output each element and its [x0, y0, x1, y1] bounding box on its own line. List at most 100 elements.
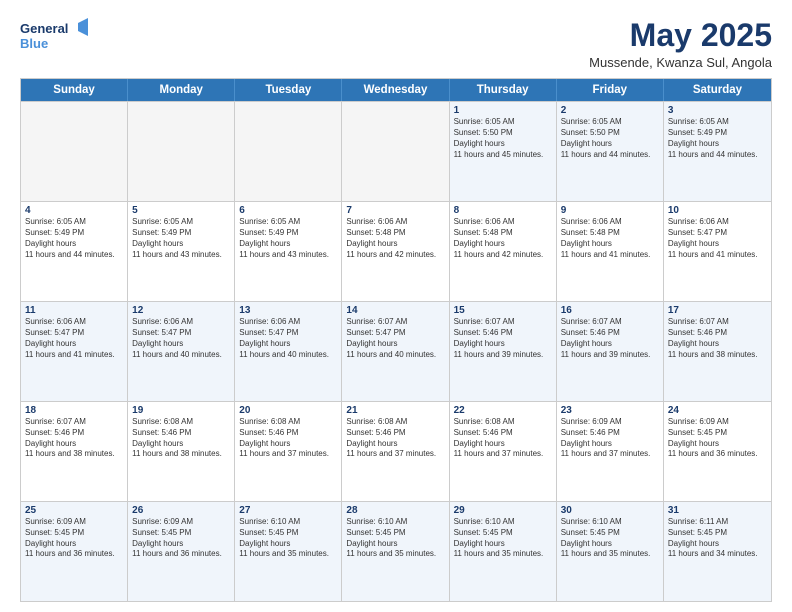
cell-info: Sunrise: 6:06 AM Sunset: 5:48 PM Dayligh… [454, 217, 552, 260]
day-cell-30: 30 Sunrise: 6:10 AM Sunset: 5:45 PM Dayl… [557, 502, 664, 601]
date-number: 4 [25, 205, 123, 216]
day-cell-5: 5 Sunrise: 6:05 AM Sunset: 5:49 PM Dayli… [128, 202, 235, 301]
day-cell-26: 26 Sunrise: 6:09 AM Sunset: 5:45 PM Dayl… [128, 502, 235, 601]
date-number: 12 [132, 305, 230, 316]
title-block: May 2025 Mussende, Kwanza Sul, Angola [589, 18, 772, 70]
calendar-row-0: 1 Sunrise: 6:05 AM Sunset: 5:50 PM Dayli… [21, 101, 771, 201]
cell-info: Sunrise: 6:06 AM Sunset: 5:47 PM Dayligh… [668, 217, 767, 260]
date-number: 26 [132, 505, 230, 516]
date-number: 8 [454, 205, 552, 216]
date-number: 24 [668, 405, 767, 416]
empty-cell [342, 102, 449, 201]
cell-info: Sunrise: 6:09 AM Sunset: 5:45 PM Dayligh… [25, 517, 123, 560]
day-cell-12: 12 Sunrise: 6:06 AM Sunset: 5:47 PM Dayl… [128, 302, 235, 401]
cell-info: Sunrise: 6:07 AM Sunset: 5:47 PM Dayligh… [346, 317, 444, 360]
day-cell-23: 23 Sunrise: 6:09 AM Sunset: 5:46 PM Dayl… [557, 402, 664, 501]
cell-info: Sunrise: 6:10 AM Sunset: 5:45 PM Dayligh… [239, 517, 337, 560]
date-number: 7 [346, 205, 444, 216]
day-cell-4: 4 Sunrise: 6:05 AM Sunset: 5:49 PM Dayli… [21, 202, 128, 301]
cell-info: Sunrise: 6:07 AM Sunset: 5:46 PM Dayligh… [561, 317, 659, 360]
day-cell-16: 16 Sunrise: 6:07 AM Sunset: 5:46 PM Dayl… [557, 302, 664, 401]
cell-info: Sunrise: 6:09 AM Sunset: 5:46 PM Dayligh… [561, 417, 659, 460]
date-number: 9 [561, 205, 659, 216]
day-cell-7: 7 Sunrise: 6:06 AM Sunset: 5:48 PM Dayli… [342, 202, 449, 301]
day-header-saturday: Saturday [664, 79, 771, 101]
logo-svg: General Blue [20, 18, 90, 56]
date-number: 23 [561, 405, 659, 416]
date-number: 15 [454, 305, 552, 316]
day-cell-13: 13 Sunrise: 6:06 AM Sunset: 5:47 PM Dayl… [235, 302, 342, 401]
date-number: 6 [239, 205, 337, 216]
cell-info: Sunrise: 6:09 AM Sunset: 5:45 PM Dayligh… [132, 517, 230, 560]
day-header-sunday: Sunday [21, 79, 128, 101]
date-number: 25 [25, 505, 123, 516]
month-title: May 2025 [589, 18, 772, 53]
day-cell-1: 1 Sunrise: 6:05 AM Sunset: 5:50 PM Dayli… [450, 102, 557, 201]
svg-text:General: General [20, 21, 68, 36]
day-header-thursday: Thursday [450, 79, 557, 101]
date-number: 16 [561, 305, 659, 316]
date-number: 27 [239, 505, 337, 516]
day-cell-15: 15 Sunrise: 6:07 AM Sunset: 5:46 PM Dayl… [450, 302, 557, 401]
date-number: 29 [454, 505, 552, 516]
day-cell-27: 27 Sunrise: 6:10 AM Sunset: 5:45 PM Dayl… [235, 502, 342, 601]
date-number: 28 [346, 505, 444, 516]
svg-text:Blue: Blue [20, 36, 48, 51]
day-header-wednesday: Wednesday [342, 79, 449, 101]
cell-info: Sunrise: 6:07 AM Sunset: 5:46 PM Dayligh… [454, 317, 552, 360]
cell-info: Sunrise: 6:08 AM Sunset: 5:46 PM Dayligh… [454, 417, 552, 460]
day-cell-3: 3 Sunrise: 6:05 AM Sunset: 5:49 PM Dayli… [664, 102, 771, 201]
day-cell-22: 22 Sunrise: 6:08 AM Sunset: 5:46 PM Dayl… [450, 402, 557, 501]
date-number: 14 [346, 305, 444, 316]
header: General Blue May 2025 Mussende, Kwanza S… [20, 18, 772, 70]
calendar-header: SundayMondayTuesdayWednesdayThursdayFrid… [21, 79, 771, 101]
cell-info: Sunrise: 6:06 AM Sunset: 5:47 PM Dayligh… [132, 317, 230, 360]
day-cell-10: 10 Sunrise: 6:06 AM Sunset: 5:47 PM Dayl… [664, 202, 771, 301]
cell-info: Sunrise: 6:07 AM Sunset: 5:46 PM Dayligh… [25, 417, 123, 460]
date-number: 17 [668, 305, 767, 316]
day-cell-31: 31 Sunrise: 6:11 AM Sunset: 5:45 PM Dayl… [664, 502, 771, 601]
date-number: 1 [454, 105, 552, 116]
empty-cell [235, 102, 342, 201]
date-number: 3 [668, 105, 767, 116]
logo: General Blue [20, 18, 90, 56]
day-cell-9: 9 Sunrise: 6:06 AM Sunset: 5:48 PM Dayli… [557, 202, 664, 301]
date-number: 20 [239, 405, 337, 416]
day-cell-25: 25 Sunrise: 6:09 AM Sunset: 5:45 PM Dayl… [21, 502, 128, 601]
cell-info: Sunrise: 6:10 AM Sunset: 5:45 PM Dayligh… [561, 517, 659, 560]
cell-info: Sunrise: 6:06 AM Sunset: 5:48 PM Dayligh… [561, 217, 659, 260]
day-cell-20: 20 Sunrise: 6:08 AM Sunset: 5:46 PM Dayl… [235, 402, 342, 501]
date-number: 5 [132, 205, 230, 216]
cell-info: Sunrise: 6:08 AM Sunset: 5:46 PM Dayligh… [346, 417, 444, 460]
day-cell-21: 21 Sunrise: 6:08 AM Sunset: 5:46 PM Dayl… [342, 402, 449, 501]
day-cell-29: 29 Sunrise: 6:10 AM Sunset: 5:45 PM Dayl… [450, 502, 557, 601]
cell-info: Sunrise: 6:06 AM Sunset: 5:47 PM Dayligh… [239, 317, 337, 360]
day-cell-24: 24 Sunrise: 6:09 AM Sunset: 5:45 PM Dayl… [664, 402, 771, 501]
cell-info: Sunrise: 6:06 AM Sunset: 5:47 PM Dayligh… [25, 317, 123, 360]
location: Mussende, Kwanza Sul, Angola [589, 55, 772, 70]
calendar: SundayMondayTuesdayWednesdayThursdayFrid… [20, 78, 772, 602]
cell-info: Sunrise: 6:05 AM Sunset: 5:49 PM Dayligh… [668, 117, 767, 160]
day-cell-11: 11 Sunrise: 6:06 AM Sunset: 5:47 PM Dayl… [21, 302, 128, 401]
page: General Blue May 2025 Mussende, Kwanza S… [0, 0, 792, 612]
date-number: 13 [239, 305, 337, 316]
cell-info: Sunrise: 6:05 AM Sunset: 5:49 PM Dayligh… [132, 217, 230, 260]
day-header-friday: Friday [557, 79, 664, 101]
date-number: 31 [668, 505, 767, 516]
date-number: 18 [25, 405, 123, 416]
cell-info: Sunrise: 6:06 AM Sunset: 5:48 PM Dayligh… [346, 217, 444, 260]
cell-info: Sunrise: 6:10 AM Sunset: 5:45 PM Dayligh… [346, 517, 444, 560]
calendar-row-2: 11 Sunrise: 6:06 AM Sunset: 5:47 PM Dayl… [21, 301, 771, 401]
cell-info: Sunrise: 6:08 AM Sunset: 5:46 PM Dayligh… [239, 417, 337, 460]
cell-info: Sunrise: 6:05 AM Sunset: 5:50 PM Dayligh… [454, 117, 552, 160]
day-header-monday: Monday [128, 79, 235, 101]
day-cell-17: 17 Sunrise: 6:07 AM Sunset: 5:46 PM Dayl… [664, 302, 771, 401]
date-number: 11 [25, 305, 123, 316]
empty-cell [128, 102, 235, 201]
cell-info: Sunrise: 6:05 AM Sunset: 5:50 PM Dayligh… [561, 117, 659, 160]
calendar-body: 1 Sunrise: 6:05 AM Sunset: 5:50 PM Dayli… [21, 101, 771, 601]
calendar-row-3: 18 Sunrise: 6:07 AM Sunset: 5:46 PM Dayl… [21, 401, 771, 501]
day-cell-6: 6 Sunrise: 6:05 AM Sunset: 5:49 PM Dayli… [235, 202, 342, 301]
day-header-tuesday: Tuesday [235, 79, 342, 101]
date-number: 10 [668, 205, 767, 216]
